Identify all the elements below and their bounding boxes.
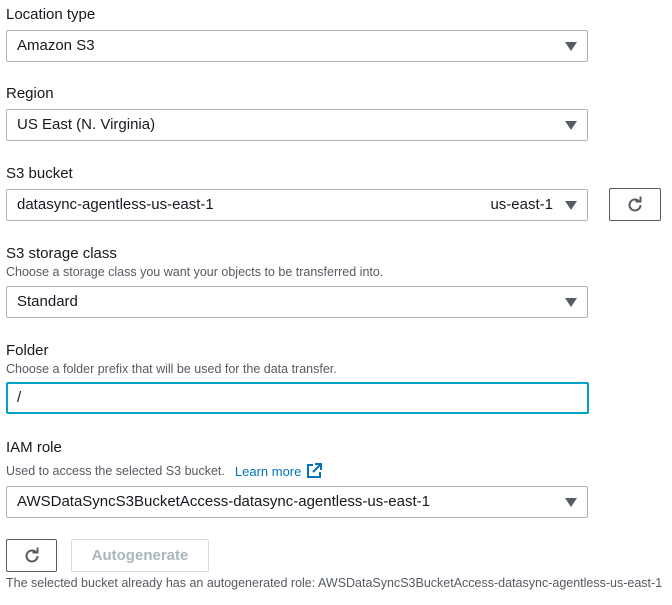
region-select[interactable]: US East (N. Virginia) (6, 109, 588, 141)
caret-down-icon (565, 121, 577, 130)
iam-role-select[interactable]: AWSDataSyncS3BucketAccess-datasync-agent… (6, 486, 588, 518)
caret-down-icon (565, 42, 577, 51)
external-link-icon (307, 463, 323, 478)
storage-class-description: Choose a storage class you want your obj… (6, 265, 384, 279)
caret-down-icon (565, 498, 577, 507)
location-type-select[interactable]: Amazon S3 (6, 30, 588, 62)
region-label: Region (6, 85, 54, 102)
iam-role-value: AWSDataSyncS3BucketAccess-datasync-agent… (17, 493, 430, 510)
s3-bucket-label: S3 bucket (6, 165, 73, 182)
refresh-icon (628, 196, 642, 211)
s3-bucket-value: datasync-agentless-us-east-1 (17, 196, 214, 213)
learn-more-text: Learn more (234, 463, 302, 479)
storage-class-select[interactable]: Standard (6, 286, 588, 318)
s3-bucket-select[interactable]: datasync-agentless-us-east-1 us-east-1 (6, 189, 588, 221)
caret-down-icon (565, 298, 577, 307)
autogenerate-button[interactable]: Autogenerate (71, 539, 209, 572)
refresh-icon (25, 547, 38, 562)
folder-description: Choose a folder prefix that will be used… (6, 362, 337, 376)
refresh-buckets-button[interactable] (609, 188, 661, 221)
learn-more-link[interactable]: Learn more (234, 463, 323, 479)
folder-input[interactable]: / (6, 382, 589, 414)
folder-label: Folder (6, 342, 49, 359)
caret-down-icon (565, 201, 577, 210)
storage-class-label: S3 storage class (6, 245, 117, 262)
storage-class-value: Standard (17, 293, 78, 310)
iam-role-label: IAM role (6, 439, 62, 456)
refresh-roles-button[interactable] (6, 539, 57, 572)
location-type-value: Amazon S3 (17, 37, 95, 54)
iam-role-description: Used to access the selected S3 bucket. (6, 464, 225, 478)
iam-role-note: The selected bucket already has an autog… (6, 576, 663, 590)
region-value: US East (N. Virginia) (17, 116, 156, 133)
s3-bucket-region: us-east-1 (490, 196, 553, 213)
location-type-label: Location type (6, 6, 96, 23)
iam-role-description-row: Used to access the selected S3 bucket. L… (6, 463, 323, 479)
